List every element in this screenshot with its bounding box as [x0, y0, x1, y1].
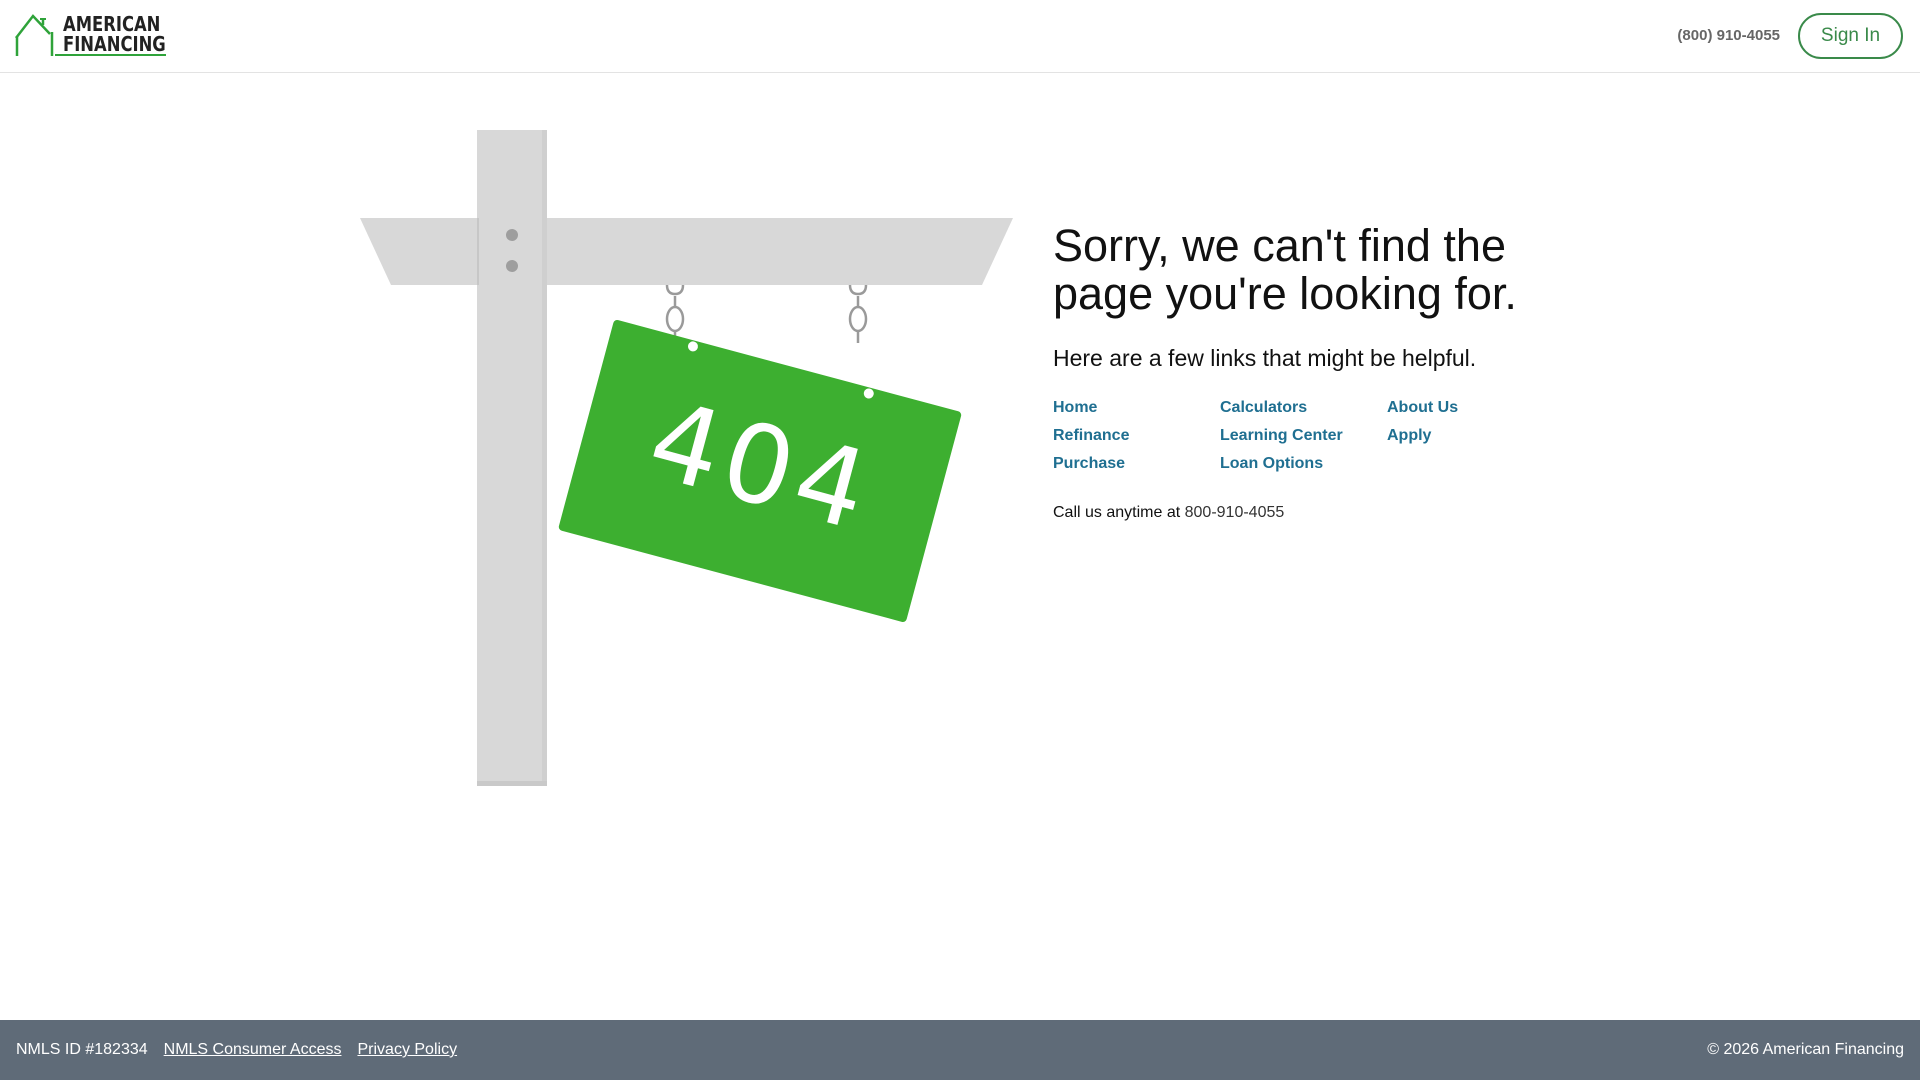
sign-crossbar	[360, 218, 1013, 285]
helpful-links: Home Calculators About Us Refinance Lear…	[1053, 398, 1573, 474]
page-title: Sorry, we can't find the page you're loo…	[1053, 220, 1517, 319]
logo-underline	[55, 54, 166, 56]
privacy-policy-link[interactable]: Privacy Policy	[357, 1041, 457, 1059]
site-footer: NMLS ID #182334 NMLS Consumer Access Pri…	[0, 1020, 1920, 1080]
call-us-text: Call us anytime at	[1053, 504, 1181, 521]
post-bolt	[506, 229, 518, 241]
sign-post	[477, 130, 547, 785]
site-header: AMERICAN FINANCING (800) 910-4055 Sign I…	[0, 0, 1920, 73]
footer-links: NMLS ID #182334 NMLS Consumer Access Pri…	[16, 1041, 457, 1059]
post-bolt	[506, 260, 518, 272]
logo-line-1: AMERICAN	[63, 12, 161, 36]
link-home[interactable]: Home	[1053, 398, 1220, 418]
link-about-us[interactable]: About Us	[1387, 398, 1554, 418]
404-sign-illustration: 404	[360, 130, 1015, 790]
nmls-id: NMLS ID #182334	[16, 1041, 148, 1058]
not-found-content: Sorry, we can't find the page you're loo…	[1053, 222, 1573, 522]
sign-post-graphic: 404	[360, 130, 1013, 786]
call-us-phone-link[interactable]: 800-910-4055	[1185, 504, 1285, 521]
nmls-consumer-access-link[interactable]: NMLS Consumer Access	[164, 1041, 342, 1059]
404-sign: 404	[558, 320, 962, 622]
american-financing-logo[interactable]: AMERICAN FINANCING	[15, 12, 170, 58]
link-learning-center[interactable]: Learning Center	[1220, 426, 1387, 446]
logo-wordmark: AMERICAN FINANCING	[63, 14, 166, 54]
link-apply[interactable]: Apply	[1387, 426, 1554, 446]
copyright: © 2026 American Financing	[1707, 1041, 1904, 1058]
call-us-line: Call us anytime at 800-910-4055	[1053, 504, 1573, 522]
link-refinance[interactable]: Refinance	[1053, 426, 1220, 446]
sign-in-button[interactable]: Sign In	[1798, 13, 1903, 59]
logo-line-2: FINANCING	[63, 32, 166, 56]
right-chain	[848, 284, 868, 343]
header-phone-link[interactable]: (800) 910-4055	[1677, 27, 1780, 44]
link-loan-options[interactable]: Loan Options	[1220, 454, 1387, 474]
link-calculators[interactable]: Calculators	[1220, 398, 1387, 418]
link-purchase[interactable]: Purchase	[1053, 454, 1220, 474]
page-subtitle: Here are a few links that might be helpf…	[1053, 345, 1477, 371]
